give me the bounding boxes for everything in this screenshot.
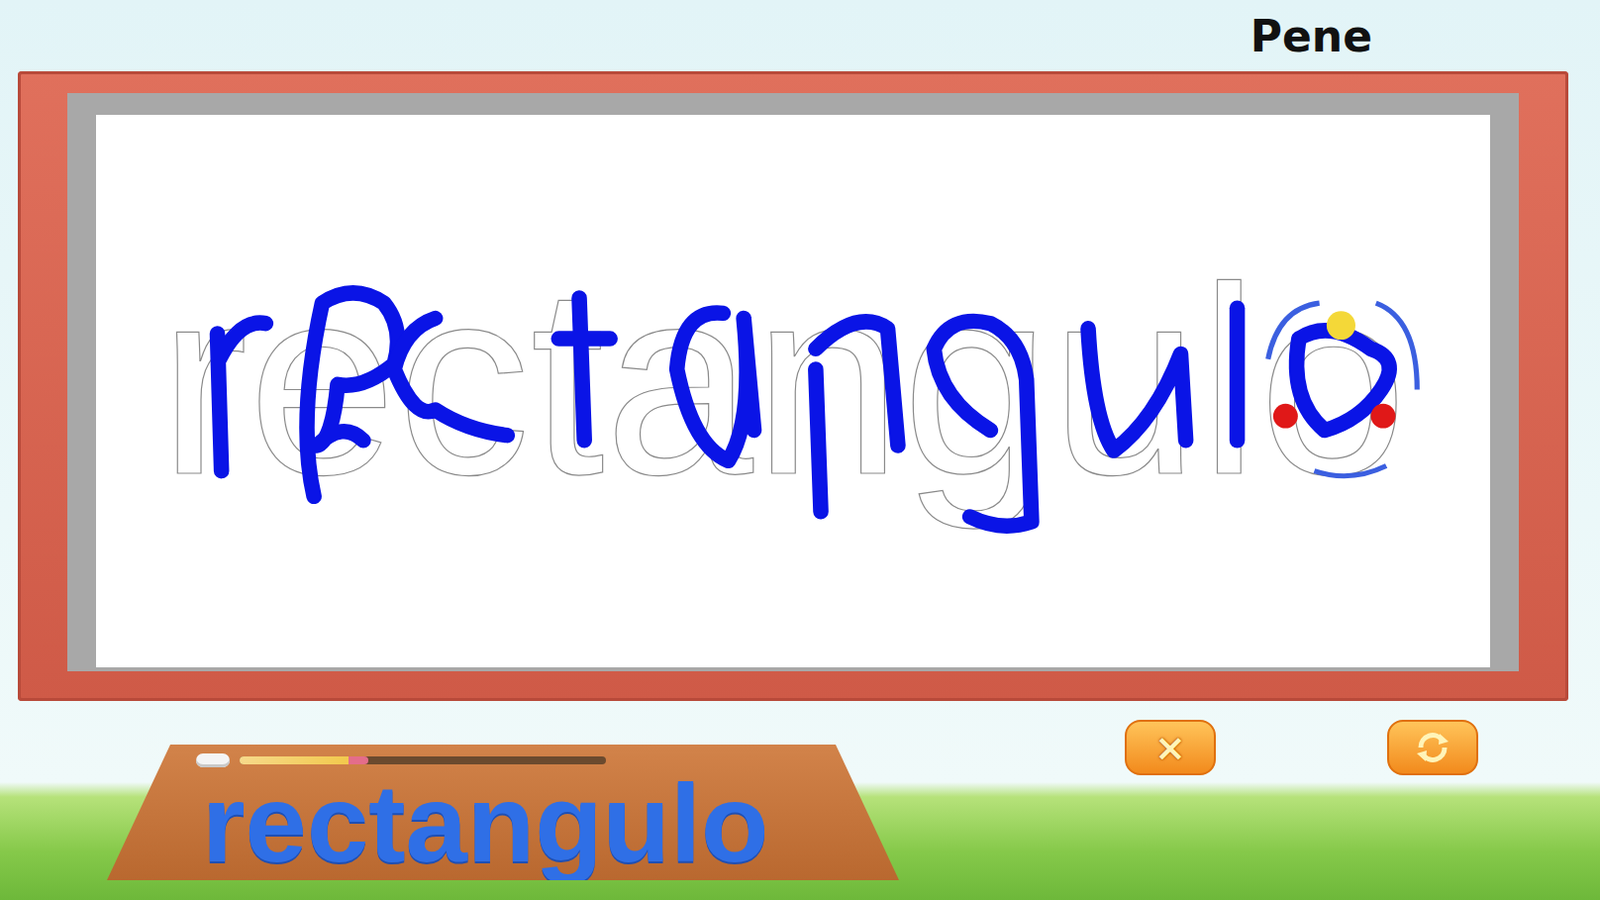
repeat-button[interactable] <box>1387 719 1479 776</box>
word-plaque: rectangulo <box>106 744 900 881</box>
button-group: × <box>1124 719 1479 776</box>
progress-row <box>196 752 900 769</box>
progress-track <box>239 756 606 765</box>
player-name: Pene <box>1250 10 1373 62</box>
repeat-icon <box>1412 729 1453 766</box>
eraser-icon <box>196 753 230 768</box>
board-border: rectangulo <box>67 93 1519 672</box>
trace-word: rectangulo <box>159 220 1428 562</box>
close-label: × <box>1154 725 1187 770</box>
pencil-progress <box>239 756 369 765</box>
header: Pene <box>0 0 1600 72</box>
drawn-strokes <box>96 114 1491 668</box>
chalkboard-frame: rectangulo <box>17 71 1569 701</box>
tracing-board[interactable]: rectangulo <box>96 114 1491 668</box>
plaque-word: rectangulo <box>201 768 900 880</box>
game-screen: Pene rectangulo rectangulo × <box>0 0 1600 900</box>
bottom-row: rectangulo × <box>0 700 1600 900</box>
close-button[interactable]: × <box>1124 719 1216 776</box>
